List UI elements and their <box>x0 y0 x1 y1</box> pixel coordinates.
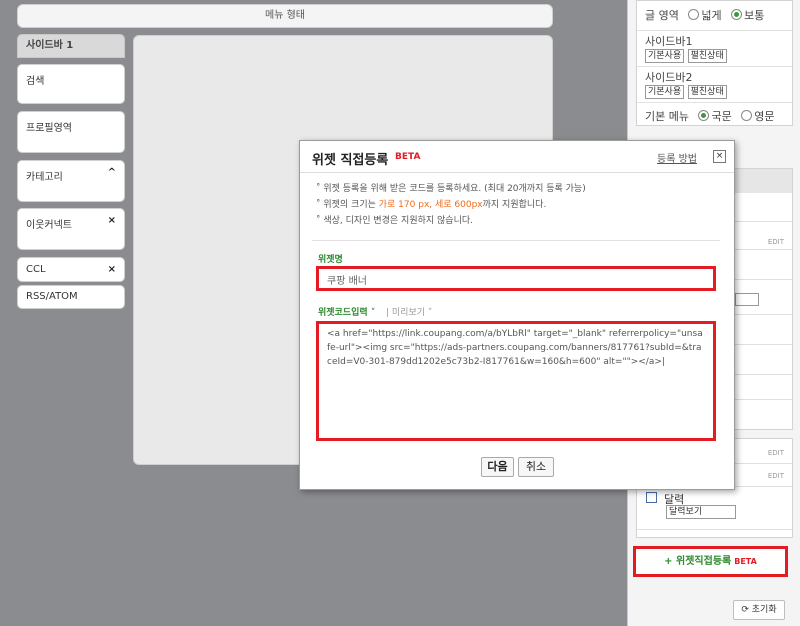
reset-label: 초기화 <box>751 605 777 615</box>
edit-link[interactable]: EDIT <box>768 449 784 457</box>
widget-neighbor-connect[interactable]: 이웃커넥트 × <box>17 208 125 250</box>
korean-radio[interactable] <box>698 110 710 121</box>
english-label: 영문 <box>754 110 775 123</box>
widget-label: 카테고리 <box>26 172 63 183</box>
code-input-tab[interactable]: 위젯코드입력 ˅ <box>318 305 375 318</box>
note-line: ˚ 위젯의 크기는 가로 170 px, 세로 600px까지 지원합니다. <box>316 200 547 210</box>
help-link[interactable]: 등록 방법 <box>657 150 697 165</box>
sidebar1-setting-label: 사이드바1 <box>645 35 693 48</box>
calendar-select[interactable]: 달력보기 <box>666 505 736 519</box>
widget-name-input[interactable]: 쿠팡 배너 <box>316 266 716 291</box>
text-area-row: 글 영역 넓게 보통 <box>637 1 792 31</box>
widget-name-label: 위젯명 <box>318 255 343 265</box>
cancel-button[interactable]: 취소 <box>518 457 554 477</box>
widget-label: CCL <box>26 264 46 275</box>
sidebar1-settings: 사이드바1 기본사용 펼친상태 <box>637 31 792 67</box>
close-icon[interactable]: × <box>713 150 726 163</box>
widget-label: 검색 <box>26 76 45 87</box>
normal-label: 보통 <box>744 9 765 22</box>
menu-layout-bar[interactable]: 메뉴 형태 <box>17 4 553 28</box>
layout-settings: 글 영역 넓게 보통 사이드바1 기본사용 펼친상태 사이드바2 기본사용 펼친… <box>636 0 793 126</box>
sidebar2-settings: 사이드바2 기본사용 펼친상태 <box>637 67 792 103</box>
beta-badge: BETA <box>395 152 421 162</box>
sidebar1-state-select[interactable]: 펼친상태 <box>687 49 727 63</box>
text-area-label: 글 영역 <box>645 9 679 22</box>
sidebar1-use-select[interactable]: 기본사용 <box>645 49 685 63</box>
note-line: ˚ 색상, 디자인 변경은 지원하지 않습니다. <box>316 216 474 226</box>
plus-icon: + <box>664 556 673 567</box>
widget-label: RSS/ATOM <box>26 291 78 302</box>
next-button[interactable]: 다음 <box>481 457 514 477</box>
korean-label: 국문 <box>711 110 732 123</box>
dialog-title: 위젯 직접등록 <box>312 153 389 168</box>
widget-option-select[interactable] <box>735 293 759 306</box>
sidebar1-column: 사이드바 1 검색 프로필영역 카테고리 ^ 이웃커넥트 × CCL × RSS… <box>17 34 125 309</box>
wide-label: 넓게 <box>701 9 722 22</box>
reset-button[interactable]: ⟳ 초기화 <box>733 600 785 620</box>
widget-profile[interactable]: 프로필영역 <box>17 111 125 153</box>
widget-category[interactable]: 카테고리 ^ <box>17 160 125 202</box>
collapse-icon[interactable]: ^ <box>108 167 116 178</box>
dialog-header: 위젯 직접등록 BETA 등록 방법 × <box>300 141 734 173</box>
sidebar1-title: 사이드바 1 <box>17 34 125 58</box>
calendar-checkbox[interactable] <box>646 492 657 503</box>
normal-radio[interactable] <box>731 9 743 20</box>
sidebar2-use-select[interactable]: 기본사용 <box>645 85 685 99</box>
edit-link[interactable]: EDIT <box>768 472 784 480</box>
base-menu-row: 기본 메뉴 국문 영문 <box>637 103 792 131</box>
widget-search[interactable]: 검색 <box>17 64 125 104</box>
wide-radio[interactable] <box>688 9 700 20</box>
sidebar2-state-select[interactable]: 펼친상태 <box>687 85 727 99</box>
widget-register-dialog: 위젯 직접등록 BETA 등록 방법 × ˚ 위젯 등록을 위해 받은 코드를 … <box>299 140 735 490</box>
add-widget-button[interactable]: + 위젯직접등록 BETA <box>633 546 788 577</box>
beta-badge: BETA <box>734 557 757 566</box>
base-menu-label: 기본 메뉴 <box>645 110 689 123</box>
widget-label: 프로필영역 <box>26 123 72 134</box>
widget-code-textarea[interactable]: <a href="https://link.coupang.com/a/bYLb… <box>316 321 716 441</box>
widget-rss[interactable]: RSS/ATOM <box>17 285 125 309</box>
english-radio[interactable] <box>741 110 753 121</box>
widget-ccl[interactable]: CCL × <box>17 257 125 282</box>
widget-label: 이웃커넥트 <box>26 220 72 231</box>
close-icon[interactable]: × <box>108 215 116 226</box>
note-line: ˚ 위젯 등록을 위해 받은 코드를 등록하세요. (최대 20개까지 등록 가… <box>316 184 586 194</box>
preview-tab[interactable]: | 미리보기 ˅ <box>386 305 432 318</box>
sidebar2-setting-label: 사이드바2 <box>645 71 693 84</box>
dialog-notes: ˚ 위젯 등록을 위해 받은 코드를 등록하세요. (최대 20개까지 등록 가… <box>316 181 716 229</box>
add-widget-label: 위젯직접등록 <box>676 556 732 567</box>
refresh-icon: ⟳ <box>741 605 749 615</box>
edit-link[interactable]: EDIT <box>768 238 784 246</box>
close-icon[interactable]: × <box>108 264 116 275</box>
